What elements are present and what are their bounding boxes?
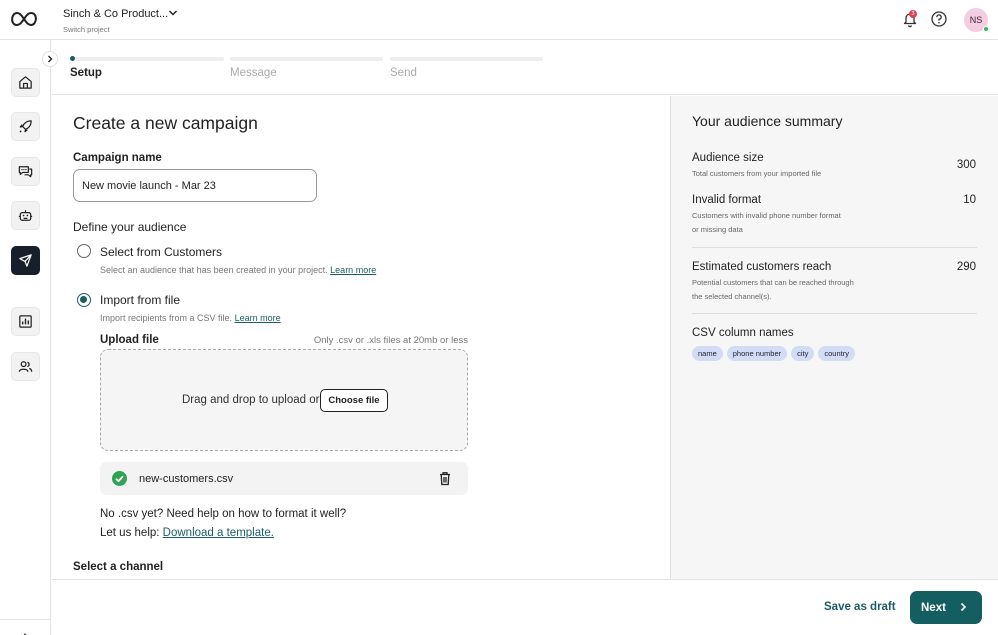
metric-invalid-format-label: Invalid format <box>692 194 762 206</box>
metric-reach-value: 290 <box>956 261 976 273</box>
radio-import-file[interactable] <box>77 293 91 307</box>
save-as-draft-button[interactable]: Save as draft <box>824 601 896 613</box>
option-select-customers-desc: Select an audience that has been created… <box>100 265 377 275</box>
sidebar-item-conversations[interactable] <box>11 157 40 186</box>
current-step-indicator <box>70 56 75 61</box>
project-name: Sinch & Co Product... <box>63 8 169 20</box>
progress-stepper: Setup Message Send <box>52 41 998 95</box>
option-import-file-label[interactable]: Import from file <box>100 293 180 307</box>
file-dropzone[interactable]: Drag and drop to upload or Choose file <box>100 349 468 451</box>
column-chip: country <box>818 346 855 361</box>
sidebar-item-bots[interactable] <box>11 201 40 230</box>
chart-icon <box>19 315 32 328</box>
campaign-name-input[interactable] <box>73 169 317 202</box>
learn-more-link[interactable]: Learn more <box>330 265 376 275</box>
campaign-form: Create a new campaign Campaign name Defi… <box>52 96 669 579</box>
next-button-label: Next <box>921 601 946 614</box>
footer-action-bar: Save as draft Next <box>52 579 998 635</box>
step-message[interactable]: Message <box>230 67 277 79</box>
chevron-right-icon <box>960 602 967 612</box>
summary-title: Your audience summary <box>692 113 843 129</box>
switch-project-label: Switch project <box>63 25 110 34</box>
megaphone-icon <box>19 254 32 267</box>
csv-column-chips: name phone number city country <box>692 346 855 361</box>
infinity-logo[interactable] <box>8 9 40 29</box>
step-track-message <box>230 57 383 61</box>
help-circle-icon[interactable] <box>930 10 948 28</box>
metric-invalid-format-value: 10 <box>963 194 976 206</box>
users-icon <box>18 361 33 372</box>
download-template-link[interactable]: Download a template. <box>163 527 274 539</box>
option-import-file-desc: Import recipients from a CSV file. Learn… <box>100 313 281 323</box>
csv-help-text: No .csv yet? Need help on how to format … <box>100 508 347 520</box>
online-status-dot <box>983 26 989 32</box>
option-select-customers-label[interactable]: Select from Customers <box>100 245 222 259</box>
metric-reach-label: Estimated customers reach <box>692 261 832 273</box>
uploaded-file-row: new-customers.csv <box>100 462 468 495</box>
metric-audience-size-label: Audience size <box>692 152 764 164</box>
metric-invalid-format-desc: Customers with invalid phone number form… <box>692 211 841 234</box>
csv-columns-title: CSV column names <box>692 327 794 339</box>
chevron-right-icon <box>48 55 53 63</box>
sidebar-item-campaigns[interactable] <box>11 246 40 275</box>
rocket-icon <box>19 120 32 133</box>
upload-file-hint: Only .csv or .xls files at 20mb or less <box>313 335 468 346</box>
upload-file-label: Upload file <box>100 334 159 346</box>
sidebar-item-home[interactable] <box>11 68 40 97</box>
top-bar: Sinch & Co Product... Switch project 3 N… <box>0 0 998 40</box>
learn-more-link[interactable]: Learn more <box>235 313 281 323</box>
chat-bubbles-icon <box>18 166 33 178</box>
page-title: Create a new campaign <box>73 113 258 133</box>
template-help-text: Let us help: Download a template. <box>100 527 274 539</box>
metric-audience-size-value: 300 <box>956 159 976 171</box>
summary-divider <box>692 313 977 314</box>
sidebar <box>0 40 51 635</box>
column-chip: phone number <box>726 346 788 361</box>
metric-reach-desc: Potential customers that can be reached … <box>692 278 854 301</box>
home-icon <box>19 76 32 89</box>
trash-icon[interactable] <box>438 471 452 486</box>
metric-audience-size-desc: Total customers from your imported file <box>692 169 822 178</box>
chevron-down-icon[interactable] <box>168 8 178 18</box>
campaign-name-label: Campaign name <box>73 152 162 164</box>
bot-icon <box>18 210 33 221</box>
step-send[interactable]: Send <box>390 67 417 79</box>
audience-summary-panel: Your audience summary Audience size 300 … <box>670 96 998 579</box>
sidebar-item-contacts[interactable] <box>11 352 40 381</box>
uploaded-file-name: new-customers.csv <box>139 473 234 485</box>
sidebar-divider <box>0 619 51 620</box>
notification-badge: 3 <box>909 10 917 18</box>
step-track-setup <box>71 57 224 61</box>
column-chip: name <box>692 346 723 361</box>
audience-section-label: Define your audience <box>73 220 187 234</box>
sidebar-item-launch[interactable] <box>11 112 40 141</box>
select-channel-label: Select a channel <box>73 561 164 573</box>
choose-file-button[interactable]: Choose file <box>320 389 388 412</box>
column-chip: city <box>791 346 815 361</box>
summary-divider <box>692 247 977 248</box>
sidebar-expand-button[interactable] <box>42 51 58 67</box>
sidebar-item-analytics[interactable] <box>11 307 40 336</box>
step-setup[interactable]: Setup <box>70 67 102 79</box>
step-track-send <box>390 57 543 61</box>
dropzone-text: Drag and drop to upload or <box>182 394 320 406</box>
next-button[interactable]: Next <box>910 591 982 624</box>
check-circle-icon <box>112 471 127 486</box>
project-switcher[interactable]: Sinch & Co Product... Switch project <box>63 8 168 34</box>
radio-select-customers[interactable] <box>77 244 91 258</box>
